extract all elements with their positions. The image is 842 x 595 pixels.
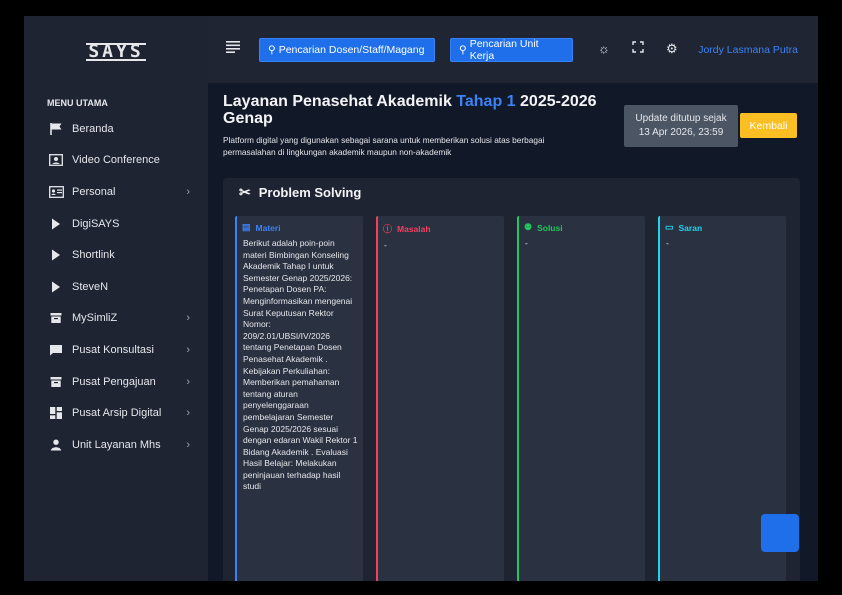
id-card-icon (48, 185, 64, 199)
chat-icon (48, 343, 64, 357)
search-icon: ⚲ (268, 44, 276, 56)
sidebar-item-label: Unit Layanan Mhs (72, 438, 161, 451)
sidebar-item-label: Pusat Konsultasi (72, 343, 154, 356)
sidebar-item-beranda[interactable]: Beranda (24, 113, 208, 145)
sidebar-item-label: Pusat Arsip Digital (72, 407, 162, 420)
update-notice-line1: Update ditutup sejak (635, 113, 727, 124)
main-content: Layanan Penasehat Akademik Tahap 1 2025-… (208, 83, 818, 581)
sidebar-item-mysimliz[interactable]: MySimliZ › (24, 303, 208, 335)
sidebar-item-pusat-pengajuan[interactable]: Pusat Pengajuan › (24, 366, 208, 398)
search-unit-label: Pencarian Unit Kerja (469, 38, 539, 62)
update-notice-date: 13 Apr 2026, 23:59 (638, 127, 724, 138)
sidebar-item-video-conference[interactable]: Video Conference (24, 145, 208, 177)
dashboard-icon (48, 406, 64, 420)
page-title-highlight: Tahap 1 (456, 93, 516, 110)
sidebar-item-label: Pusat Pengajuan (72, 375, 156, 388)
document-icon: ▤ (242, 222, 251, 232)
menu-title: MENU UTAMA (47, 98, 108, 108)
sidebar-item-pusat-konsultasi[interactable]: Pusat Konsultasi › (24, 334, 208, 366)
gear-icon[interactable]: ⚙ (666, 41, 678, 57)
app-window: SAYS MENU UTAMA Beranda Video Conference P… (24, 16, 818, 581)
page-title: Layanan Penasehat Akademik Tahap 1 2025-… (223, 93, 603, 127)
search-unit-button[interactable]: ⚲ Pencarian Unit Kerja (450, 38, 573, 62)
column-masalah: ⓘ Masalah - (376, 216, 504, 581)
search-staff-label: Pencarian Dosen/Staff/Magang (278, 44, 425, 56)
back-button[interactable]: Kembali (740, 113, 797, 138)
scissors-icon: ✂ (239, 183, 251, 200)
logo-text: SAYS (86, 41, 146, 62)
column-solusi-content: - (525, 238, 528, 248)
floating-action-button[interactable] (761, 514, 799, 552)
chevron-right-icon: › (186, 375, 190, 388)
page-subtitle: Platform digital yang digunakan sebagai … (223, 135, 545, 157)
sidebar-item-personal[interactable]: Personal › (24, 176, 208, 208)
alert-circle-icon: ⓘ (383, 224, 393, 234)
sidebar-item-label: DigiSAYS (72, 217, 120, 230)
chevron-right-icon: › (186, 185, 190, 198)
sidebar-item-label: Shortlink (72, 249, 115, 262)
page-title-prefix: Layanan Penasehat Akademik (223, 93, 457, 110)
sidebar-item-label: Beranda (72, 122, 114, 135)
user-name-link[interactable]: Jordy Lasmana Putra (698, 44, 798, 56)
column-masalah-content: - (384, 240, 387, 250)
column-saran-label: Saran (678, 222, 703, 233)
sidebar-menu: Beranda Video Conference Personal › DigiSAYS… (24, 113, 208, 461)
update-closed-notice: Update ditutup sejak 13 Apr 2026, 23:59 (624, 105, 738, 147)
video-icon (48, 153, 64, 167)
message-square-icon: ▭ (665, 222, 674, 232)
play-icon (48, 280, 64, 294)
user-icon (48, 438, 64, 452)
sidebar-item-label: MySimliZ (72, 312, 118, 325)
sidebar-item-label: Video Conference (72, 154, 160, 167)
column-saran-content: - (666, 238, 669, 248)
sidebar-item-steven[interactable]: SteveN (24, 271, 208, 303)
play-icon (48, 248, 64, 262)
chevron-right-icon: › (186, 407, 190, 420)
sidebar-item-unit-layanan-mhs[interactable]: Unit Layanan Mhs › (24, 429, 208, 461)
fullscreen-icon[interactable] (632, 41, 644, 56)
column-materi: ▤ Materi Berikut adalah poin-poin materi … (235, 216, 363, 581)
column-materi-header: ▤ Materi (242, 222, 358, 233)
sidebar-item-label: SteveN (72, 280, 109, 293)
search-icon: ⚲ (459, 44, 467, 56)
sidebar-item-label: Personal (72, 185, 116, 198)
problem-solving-title: Problem Solving (258, 184, 362, 200)
column-solusi-label: Solusi (537, 222, 563, 233)
column-masalah-label: Masalah (397, 223, 431, 234)
chevron-right-icon: › (186, 312, 190, 325)
archive-icon (48, 375, 64, 389)
hamburger-menu-icon[interactable] (226, 40, 240, 56)
logo[interactable]: SAYS (24, 16, 208, 88)
lightbulb-icon: ⚉ (524, 222, 533, 232)
topbar: ⚲ Pencarian Dosen/Staff/Magang ⚲ Pencari… (208, 16, 818, 83)
chevron-right-icon: › (186, 438, 190, 451)
sidebar-item-pusat-arsip-digital[interactable]: Pusat Arsip Digital › (24, 397, 208, 429)
flag-icon (48, 122, 64, 136)
sidebar-item-digisays[interactable]: DigiSAYS (24, 208, 208, 240)
sun-icon[interactable]: ☼ (598, 41, 610, 56)
column-saran-header: ▭ Saran (665, 222, 781, 233)
column-materi-label: Materi (255, 222, 281, 233)
sidebar-item-shortlink[interactable]: Shortlink (24, 239, 208, 271)
problem-solving-header: ✂ Problem Solving (223, 178, 800, 206)
column-solusi-header: ⚉ Solusi (524, 222, 640, 233)
sidebar: SAYS MENU UTAMA Beranda Video Conference P… (24, 16, 208, 581)
column-materi-content: Berikut adalah poin-poin materi Bimbinga… (243, 238, 358, 492)
column-solusi: ⚉ Solusi - (517, 216, 645, 581)
play-icon (48, 217, 64, 231)
search-staff-button[interactable]: ⚲ Pencarian Dosen/Staff/Magang (259, 38, 435, 62)
chevron-right-icon: › (186, 343, 190, 356)
problem-solving-card: ✂ Problem Solving ▤ Materi Berikut adalah… (223, 178, 800, 581)
archive-icon (48, 311, 64, 325)
column-masalah-header: ⓘ Masalah (383, 222, 499, 235)
